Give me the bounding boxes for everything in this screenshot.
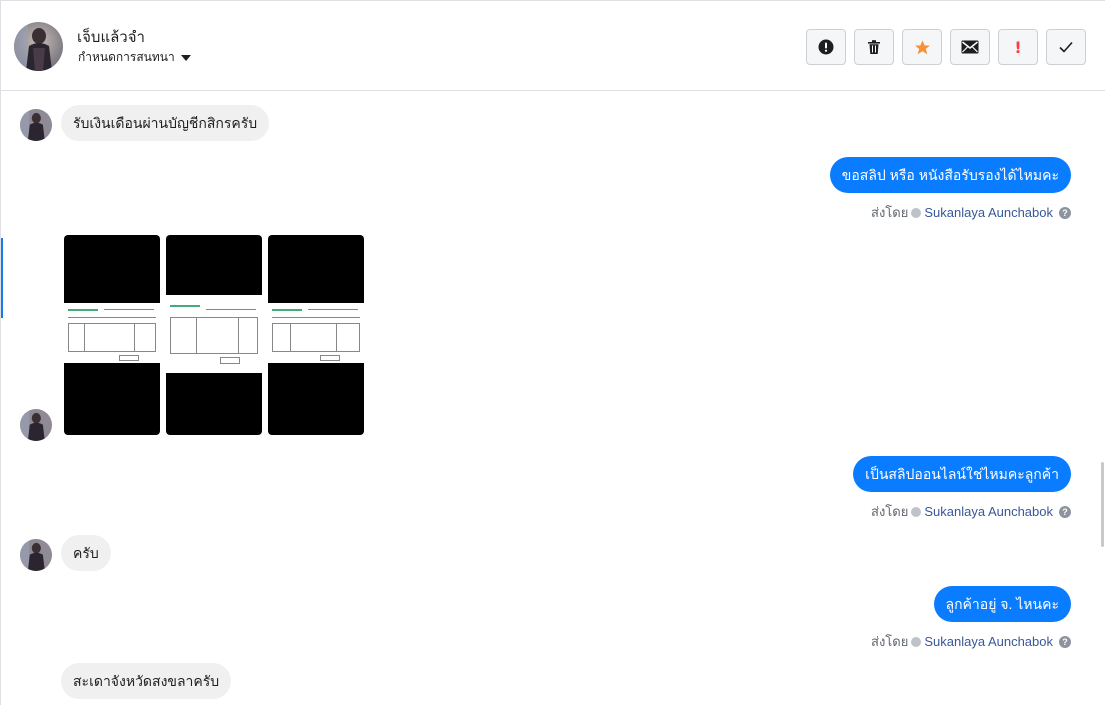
document-image [166, 295, 262, 373]
assign-label: กำหนดการสนทนา [78, 50, 175, 64]
star-icon [914, 39, 930, 54]
incoming-message[interactable]: สะเดาจังหวัดสงขลาครับ [61, 663, 232, 699]
agent-name[interactable]: Sukanlaya Aunchabok [924, 205, 1053, 220]
sent-by-label: ส่งโดย [871, 504, 909, 519]
sent-by-label: ส่งโดย [871, 634, 909, 649]
sent-by-info: ส่งโดย Sukanlaya Aunchabok ? [871, 202, 1071, 223]
help-icon[interactable]: ? [1059, 635, 1071, 648]
agent-name[interactable]: Sukanlaya Aunchabok [924, 634, 1053, 649]
assign-conversation-dropdown[interactable]: กำหนดการสนทนา [78, 48, 191, 67]
caret-down-icon [180, 55, 191, 61]
spam-button[interactable] [806, 29, 846, 65]
thread-selection-indicator [1, 238, 3, 318]
delete-button[interactable] [854, 29, 894, 65]
contact-name: เจ็บแล้วจำ [77, 29, 145, 46]
exclamation-icon: ! [1014, 37, 1022, 57]
alert-circle-icon [818, 39, 834, 55]
mark-unread-button[interactable] [950, 29, 990, 65]
contact-avatar[interactable] [14, 22, 63, 71]
mark-done-button[interactable] [1046, 29, 1086, 65]
envelope-icon [961, 40, 979, 54]
outgoing-message[interactable]: ขอสลิป หรือ หนังสือรับรองได้ไหมคะ [829, 157, 1071, 193]
conversation-header: เจ็บแล้วจำ กำหนดการสนทนา ! [1, 1, 1105, 91]
help-icon[interactable]: ? [1059, 206, 1071, 219]
message-thread[interactable]: รับเงินเดือนผ่านบัญชีกสิกรครับ ขอสลิป หร… [1, 92, 1105, 705]
agent-avatar-icon [911, 207, 922, 218]
document-image [64, 303, 160, 363]
incoming-message[interactable]: รับเงินเดือนผ่านบัญชีกสิกรครับ [61, 105, 270, 141]
incoming-message[interactable]: ครับ [61, 535, 111, 571]
image-attachment[interactable] [64, 235, 160, 435]
thread-scrollbar[interactable] [1101, 462, 1104, 547]
star-button[interactable] [902, 29, 942, 65]
agent-avatar-icon [911, 636, 922, 647]
help-icon[interactable]: ? [1059, 505, 1071, 518]
agent-avatar-icon [911, 506, 922, 517]
trash-icon [868, 40, 880, 54]
document-image [268, 303, 364, 363]
checkmark-icon [1059, 41, 1073, 53]
sent-by-info: ส่งโดย Sukanlaya Aunchabok ? [871, 501, 1071, 522]
sender-avatar[interactable] [20, 539, 52, 571]
outgoing-message[interactable]: เป็นสลิปออนไลน์ใช่ไหมคะลูกค้า [853, 456, 1071, 492]
sender-avatar[interactable] [20, 409, 52, 441]
follow-up-button[interactable]: ! [998, 29, 1038, 65]
sent-by-info: ส่งโดย Sukanlaya Aunchabok ? [871, 631, 1071, 652]
image-attachment[interactable] [268, 235, 364, 435]
sender-avatar[interactable] [20, 109, 52, 141]
agent-name[interactable]: Sukanlaya Aunchabok [924, 504, 1053, 519]
sent-by-label: ส่งโดย [871, 205, 909, 220]
conversation-toolbar: ! [806, 29, 1086, 65]
image-attachment[interactable] [166, 235, 262, 435]
outgoing-message[interactable]: ลูกค้าอยู่ จ. ไหนคะ [933, 586, 1071, 622]
